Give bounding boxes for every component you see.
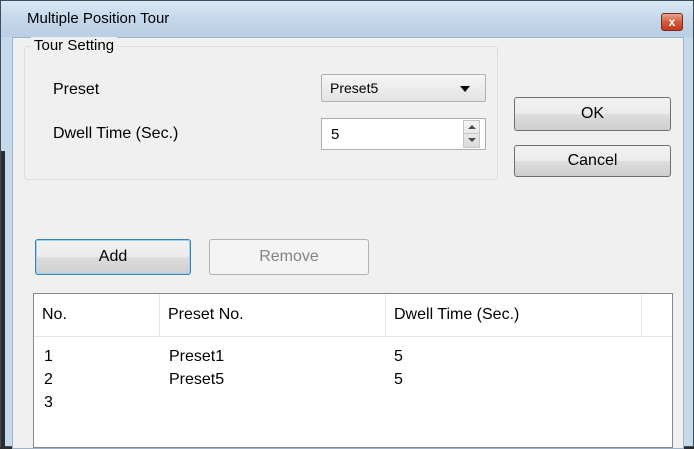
tour-setting-legend: Tour Setting (31, 37, 118, 54)
window-title: Multiple Position Tour (27, 10, 170, 27)
dwell-time-label: Dwell Time (Sec.) (53, 125, 179, 142)
table-row[interactable]: 3 (34, 391, 672, 414)
column-header-no[interactable]: No. (34, 294, 160, 336)
chevron-down-icon[interactable] (460, 86, 470, 92)
column-header-dwell-time[interactable]: Dwell Time (Sec.) (386, 294, 642, 336)
table-row[interactable]: 1 Preset1 5 (34, 345, 672, 368)
row-number: 1 (44, 348, 53, 365)
spin-buttons (463, 120, 480, 148)
dwell-time-spinbox[interactable]: 5 (321, 118, 486, 150)
tour-list[interactable]: No. Preset No. Dwell Time (Sec.) 1 Prese… (33, 293, 673, 448)
column-header-preset-no[interactable]: Preset No. (160, 294, 386, 336)
remove-button[interactable]: Remove (209, 239, 369, 275)
spin-down-icon[interactable] (464, 134, 479, 147)
close-button[interactable]: x (661, 13, 683, 31)
cancel-button[interactable]: Cancel (514, 145, 671, 177)
list-header: No. Preset No. Dwell Time (Sec.) (34, 294, 672, 337)
tour-setting-group: Tour Setting (24, 37, 498, 180)
dialog-window: Multiple Position Tour x Tour Setting Pr… (0, 0, 694, 449)
close-icon: x (668, 15, 676, 29)
row-number: 2 (44, 371, 53, 388)
row-number: 3 (44, 394, 53, 411)
add-button[interactable]: Add (35, 239, 191, 275)
dwell-time-value[interactable]: 5 (331, 126, 339, 143)
preset-label: Preset (53, 81, 100, 98)
row-dwell-time: 5 (394, 371, 403, 388)
preset-dropdown[interactable]: Preset5 (321, 74, 486, 102)
title-bar[interactable]: Multiple Position Tour x (1, 1, 693, 37)
row-preset: Preset1 (169, 348, 225, 365)
table-row[interactable]: 2 Preset5 5 (34, 368, 672, 391)
row-preset: Preset5 (169, 371, 225, 388)
preset-selected-value: Preset5 (330, 80, 379, 96)
row-dwell-time: 5 (394, 348, 403, 365)
spin-up-icon[interactable] (464, 121, 479, 134)
ok-button[interactable]: OK (514, 97, 671, 131)
window-frame-edge (1, 151, 5, 448)
